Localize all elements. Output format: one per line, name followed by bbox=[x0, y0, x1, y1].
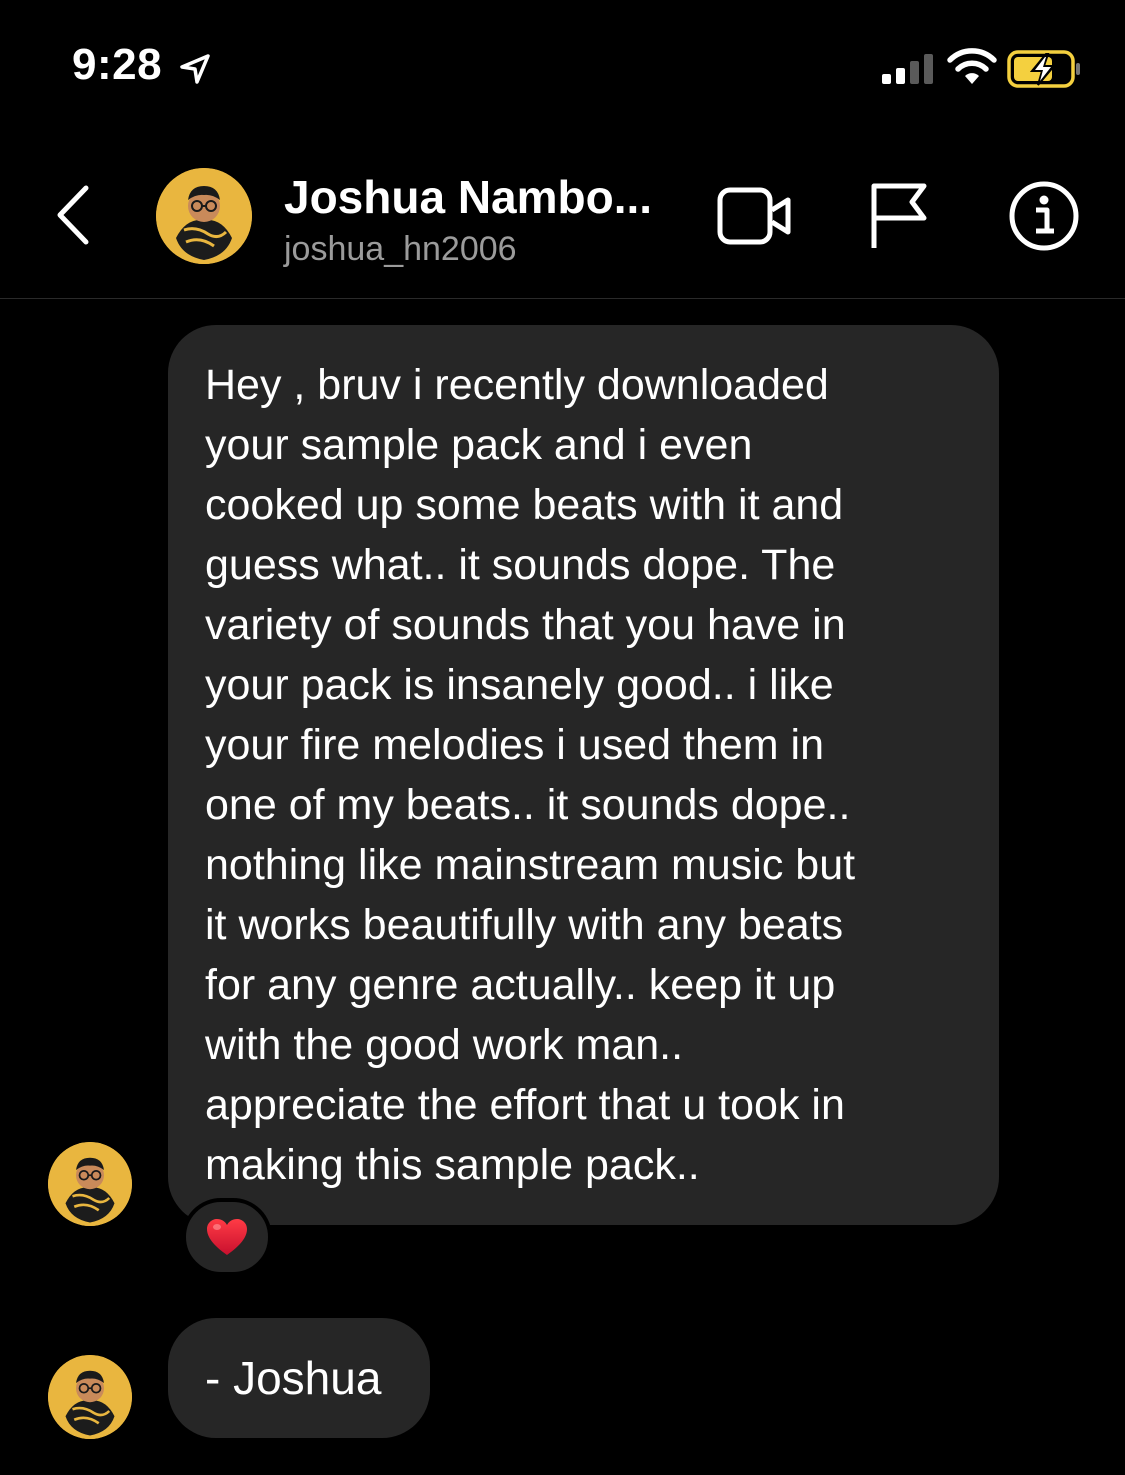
info-icon[interactable] bbox=[1008, 180, 1080, 252]
message-line: guess what.. it sounds dope. The bbox=[205, 541, 836, 589]
message-line: your sample pack and i even bbox=[205, 421, 753, 469]
location-arrow-icon bbox=[180, 54, 210, 84]
status-time: 9:28 bbox=[72, 40, 163, 89]
avatar-portrait-icon bbox=[48, 1355, 132, 1439]
flag-icon[interactable] bbox=[866, 180, 932, 252]
message-line: variety of sounds that you have in bbox=[205, 601, 846, 649]
avatar-portrait-icon bbox=[48, 1142, 132, 1226]
battery-charging-icon bbox=[1007, 50, 1080, 88]
message-line: your pack is insanely good.. i like bbox=[205, 661, 834, 709]
cellular-signal-icon bbox=[882, 54, 933, 84]
contact-username[interactable]: joshua_hn2006 bbox=[284, 230, 517, 269]
message-line: Hey , bruv i recently downloaded bbox=[205, 361, 829, 409]
video-call-icon[interactable] bbox=[716, 184, 794, 248]
message-line: your fire melodies i used them in bbox=[205, 721, 825, 769]
sender-avatar[interactable] bbox=[48, 1355, 132, 1439]
heart-reaction[interactable] bbox=[182, 1198, 272, 1276]
status-bar: 9:28 bbox=[0, 0, 1125, 130]
header-avatar[interactable] bbox=[156, 168, 252, 264]
message-bubble[interactable]: Hey , bruv i recently downloaded your sa… bbox=[168, 325, 999, 1225]
sender-avatar[interactable] bbox=[48, 1142, 132, 1226]
avatar-portrait-icon bbox=[156, 168, 252, 264]
wifi-icon bbox=[947, 48, 997, 84]
message-text: - Joshua bbox=[205, 1352, 382, 1404]
message-line: it works beautifully with any beats bbox=[205, 901, 844, 949]
contact-name[interactable]: Joshua Nambo... bbox=[284, 170, 652, 224]
chat-header: Joshua Nambo... joshua_hn2006 bbox=[0, 140, 1125, 299]
message-line: appreciate the effort that u took in bbox=[205, 1081, 845, 1129]
heart-icon bbox=[207, 1219, 247, 1255]
message-line: cooked up some beats with it and bbox=[205, 481, 844, 529]
message-bubble[interactable]: - Joshua bbox=[168, 1318, 430, 1438]
message-line: making this sample pack.. bbox=[205, 1141, 700, 1189]
message-line: one of my beats.. it sounds dope.. bbox=[205, 781, 851, 829]
back-chevron-icon[interactable] bbox=[48, 180, 98, 250]
message-line: nothing like mainstream music but bbox=[205, 841, 856, 889]
message-line: for any genre actually.. keep it up bbox=[205, 961, 836, 1009]
message-line: with the good work man.. bbox=[205, 1021, 684, 1069]
